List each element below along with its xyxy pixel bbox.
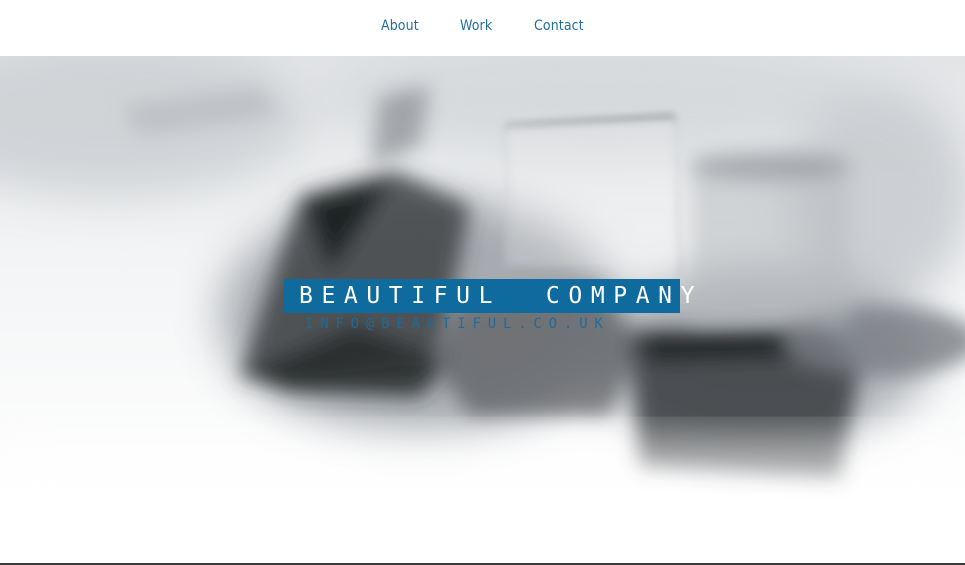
top-navigation: About Work Contact xyxy=(0,0,965,56)
page: About Work Contact BEAUTIFUL COMPANY INF… xyxy=(0,0,965,565)
contact-email-link[interactable]: INFO@BEAUTIFUL.CO.UK xyxy=(305,317,610,331)
nav-link-about[interactable]: About xyxy=(381,18,419,34)
hero-background-image xyxy=(0,56,965,500)
nav-link-work[interactable]: Work xyxy=(460,18,492,34)
blurred-glass-shapes-image xyxy=(0,56,965,500)
company-title: BEAUTIFUL COMPANY xyxy=(299,283,704,309)
nav-link-contact[interactable]: Contact xyxy=(534,18,584,34)
company-title-banner: BEAUTIFUL COMPANY xyxy=(284,279,694,313)
